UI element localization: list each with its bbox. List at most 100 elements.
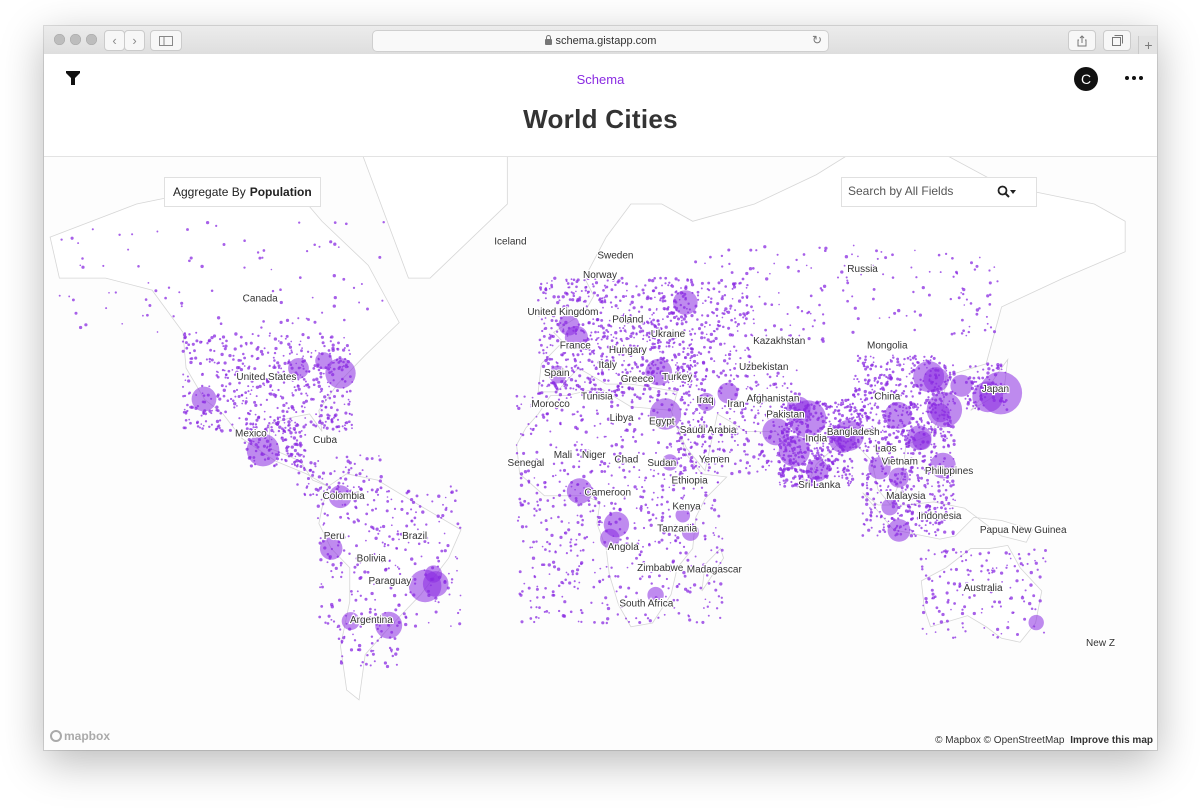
city-dot (340, 575, 343, 579)
city-dot (687, 404, 690, 407)
city-dot (603, 284, 606, 287)
population-circle[interactable] (315, 352, 333, 370)
city-dot (723, 309, 726, 312)
sidebar-toggle-button[interactable] (150, 30, 182, 51)
city-dot (331, 575, 334, 579)
city-dot (712, 532, 715, 534)
city-dot (952, 442, 956, 446)
new-tab-button[interactable]: + (1138, 36, 1157, 54)
city-dot (940, 551, 943, 554)
city-dot (538, 338, 542, 342)
population-circle[interactable] (424, 565, 443, 583)
city-dot (962, 329, 965, 333)
reload-icon[interactable]: ↻ (812, 33, 822, 47)
city-dot (291, 392, 294, 394)
city-dot (930, 355, 933, 358)
city-dot (906, 486, 909, 489)
city-dot (702, 420, 706, 424)
city-dot (960, 611, 965, 616)
population-circle[interactable] (884, 401, 912, 429)
city-dot (961, 594, 964, 596)
population-circle[interactable] (887, 519, 911, 542)
city-dot (438, 520, 441, 523)
city-dot (897, 439, 902, 444)
city-dot (681, 368, 685, 371)
more-options-icon[interactable] (1125, 76, 1143, 82)
brand-link[interactable]: Schema (44, 72, 1157, 87)
mapbox-logo[interactable]: mapbox (50, 729, 110, 743)
city-dot (910, 518, 913, 521)
city-dot (556, 300, 560, 305)
city-dot (459, 594, 462, 597)
population-circle[interactable] (950, 374, 973, 397)
city-dot (811, 325, 814, 328)
country-label: Canada (243, 293, 278, 304)
city-dot (539, 343, 543, 347)
world-map[interactable]: IcelandSwedenNorwayRussiaCanadaUnited Ki… (44, 157, 1157, 750)
city-dot (862, 449, 865, 452)
city-dot (763, 245, 767, 249)
city-dot (700, 281, 704, 285)
city-dot (322, 426, 325, 429)
search-box[interactable] (841, 177, 1037, 207)
zoom-window-button[interactable] (86, 34, 97, 45)
population-circle[interactable] (762, 418, 790, 446)
city-dot (634, 439, 638, 443)
city-dot (918, 313, 922, 317)
city-dot (612, 507, 616, 510)
city-dot (376, 493, 380, 496)
close-window-button[interactable] (54, 34, 65, 45)
city-dot (683, 494, 686, 497)
population-circle[interactable] (805, 459, 829, 482)
city-dot (263, 410, 266, 413)
share-button[interactable] (1068, 30, 1096, 51)
city-dot (955, 551, 958, 554)
population-circle[interactable] (191, 386, 217, 412)
city-dot (535, 450, 539, 454)
population-circle[interactable] (1028, 614, 1044, 631)
city-dot (683, 401, 687, 405)
city-dot (329, 240, 333, 244)
attribution-text[interactable]: © Mapbox © OpenStreetMap (935, 735, 1064, 746)
population-circle[interactable] (888, 467, 909, 488)
address-bar[interactable]: schema.gistapp.com ↻ (372, 30, 829, 52)
forward-button[interactable]: › (124, 30, 145, 51)
city-dot (413, 624, 418, 628)
city-dot (745, 461, 749, 465)
population-circle[interactable] (923, 367, 949, 393)
search-input[interactable] (848, 183, 988, 199)
city-dot (938, 575, 942, 578)
city-dot (693, 374, 697, 378)
population-circle[interactable] (931, 403, 950, 423)
back-button[interactable]: ‹ (104, 30, 125, 51)
city-dot (745, 304, 749, 307)
city-dot (572, 465, 576, 469)
minimize-window-button[interactable] (70, 34, 81, 45)
chevron-down-icon[interactable] (1010, 190, 1016, 194)
city-dot (866, 419, 869, 422)
city-dot (874, 439, 877, 442)
map-canvas[interactable]: Iceland Sweden Norway Russia Canada United Ki… (44, 157, 1157, 750)
city-dot (869, 355, 872, 358)
city-dot (336, 347, 340, 351)
city-dot (105, 307, 108, 310)
city-dot (744, 349, 746, 352)
population-circle[interactable] (673, 290, 698, 315)
city-dot (655, 309, 658, 311)
city-dot (570, 569, 575, 574)
city-dot (756, 470, 759, 473)
city-dot (317, 475, 322, 479)
city-dot (925, 529, 928, 533)
city-dot (927, 549, 930, 552)
city-dot (832, 411, 836, 414)
avatar[interactable]: C (1074, 67, 1098, 91)
population-circle[interactable] (912, 431, 932, 450)
aggregate-by-control[interactable]: Aggregate By Population (164, 177, 321, 207)
city-dot (378, 455, 380, 457)
tabs-overview-button[interactable] (1103, 30, 1131, 51)
city-dot (665, 445, 669, 449)
city-dot (302, 378, 306, 381)
city-dot (577, 532, 581, 536)
improve-map-link[interactable]: Improve this map (1070, 735, 1153, 746)
city-dot (318, 245, 321, 248)
